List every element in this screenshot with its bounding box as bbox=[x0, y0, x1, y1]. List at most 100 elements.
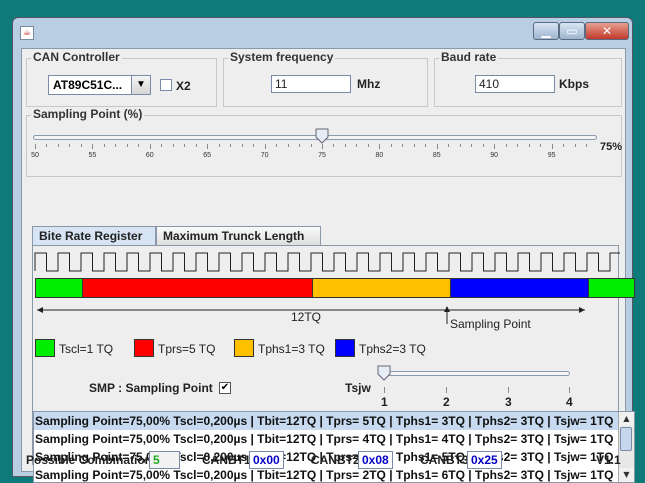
tab-bit-rate-register[interactable]: Bite Rate Register bbox=[32, 226, 156, 245]
segment-tprs bbox=[82, 279, 312, 297]
sampling-point-tick bbox=[379, 144, 381, 149]
sampling-point-marker-label: Sampling Point bbox=[450, 317, 531, 331]
sampling-point-tick bbox=[149, 144, 151, 149]
bit-timing-bar bbox=[35, 278, 635, 298]
sampling-point-minor-tick bbox=[471, 144, 473, 147]
sampling-point-tick bbox=[92, 144, 94, 149]
canbt1-value: 0x00 bbox=[249, 451, 284, 469]
sampling-point-minor-tick bbox=[80, 144, 82, 147]
sampling-point-minor-tick bbox=[390, 144, 392, 147]
tsjw-tick-label: 1 bbox=[381, 395, 388, 409]
sampling-point-slider-thumb[interactable] bbox=[315, 128, 329, 144]
can-controller-title: CAN Controller bbox=[31, 50, 122, 64]
title-bar[interactable]: ☕ ▁ ▭ ✕ bbox=[13, 18, 632, 44]
system-frequency-title: System frequency bbox=[228, 50, 336, 64]
sampling-point-tick bbox=[322, 144, 323, 149]
sampling-point-minor-tick bbox=[425, 144, 427, 147]
sampling-point-minor-tick bbox=[57, 144, 59, 147]
sampling-point-tick-label: 70 bbox=[260, 152, 269, 159]
combinations-list[interactable]: Sampling Point=75,00% Tscl=0,200µs | Tbi… bbox=[33, 411, 635, 483]
sampling-point-minor-tick bbox=[230, 144, 232, 147]
sampling-point-minor-tick bbox=[299, 144, 301, 147]
list-item[interactable]: Sampling Point=75,00% Tscl=0,200µs | Tbi… bbox=[34, 412, 622, 430]
sampling-point-minor-tick bbox=[586, 144, 588, 147]
segment-tphs1 bbox=[312, 279, 450, 297]
sampling-point-minor-tick bbox=[517, 144, 519, 147]
sampling-point-tick-label: 90 bbox=[490, 152, 499, 159]
sampling-point-tick bbox=[436, 144, 438, 149]
canbt3-value: 0x25 bbox=[467, 451, 502, 469]
sampling-point-minor-tick bbox=[505, 144, 507, 147]
segment-tscl bbox=[36, 279, 82, 297]
frequency-unit-label: Mhz bbox=[357, 77, 381, 91]
canbt1-label: CANBT1 bbox=[202, 453, 251, 467]
scrollbar-thumb[interactable] bbox=[620, 427, 632, 451]
baud-rate-unit-label: Kbps bbox=[559, 77, 589, 91]
possible-combination-label: Possible Combination bbox=[26, 453, 153, 467]
sampling-point-minor-tick bbox=[241, 144, 243, 147]
tsjw-slider-track[interactable] bbox=[382, 371, 570, 376]
x2-checkbox[interactable] bbox=[160, 79, 172, 91]
tsjw-tick bbox=[384, 387, 385, 393]
bit-rate-panel: 12TQ Sampling Point Tscl=1 TQ Tprs=5 TQ … bbox=[32, 245, 635, 483]
chevron-down-icon[interactable]: ▼ bbox=[131, 76, 150, 94]
sampling-point-tick bbox=[494, 144, 496, 149]
system-frequency-group: System frequency 11 Mhz bbox=[223, 50, 428, 107]
sampling-point-tick-label: 95 bbox=[547, 152, 556, 159]
scroll-up-icon[interactable]: ▲ bbox=[619, 412, 634, 426]
sampling-point-tick bbox=[35, 144, 36, 149]
bit-clock-waveform bbox=[34, 252, 620, 272]
tsjw-label: Tsjw bbox=[345, 381, 371, 395]
sampling-point-minor-tick bbox=[459, 144, 461, 147]
sampling-point-minor-tick bbox=[184, 144, 186, 147]
legend-swatch-tphs1 bbox=[234, 339, 254, 357]
minimize-button[interactable]: ▁ bbox=[533, 22, 559, 40]
can-controller-group: CAN Controller AT89C51C... ▼ X2 bbox=[26, 50, 217, 107]
sampling-point-minor-tick bbox=[333, 144, 335, 147]
tsjw-slider-thumb[interactable] bbox=[377, 365, 391, 381]
sampling-point-minor-tick bbox=[115, 144, 117, 147]
legend-label-tphs2: Tphs2=3 TQ bbox=[359, 342, 426, 356]
smp-label: SMP : Sampling Point bbox=[89, 381, 213, 395]
sampling-point-minor-tick bbox=[218, 144, 220, 147]
possible-combination-value: 5 bbox=[149, 451, 180, 469]
sampling-point-minor-tick bbox=[367, 144, 369, 147]
sampling-point-minor-tick bbox=[574, 144, 576, 147]
sampling-point-minor-tick bbox=[402, 144, 404, 147]
controller-select[interactable]: AT89C51C... ▼ bbox=[48, 75, 151, 95]
main-panel: CAN Controller AT89C51C... ▼ X2 System f… bbox=[21, 48, 635, 483]
sampling-point-title: Sampling Point (%) bbox=[31, 107, 145, 121]
maximize-button[interactable]: ▭ bbox=[559, 22, 585, 40]
legend-swatch-tprs bbox=[134, 339, 154, 357]
sampling-point-minor-tick bbox=[448, 144, 450, 147]
tsjw-tick bbox=[446, 387, 447, 393]
list-item[interactable]: Sampling Point=75,00% Tscl=0,200µs | Tbi… bbox=[34, 430, 622, 448]
sampling-point-minor-tick bbox=[356, 144, 358, 147]
tab-maximum-trunck-length[interactable]: Maximum Trunck Length bbox=[156, 226, 321, 245]
frequency-input[interactable]: 11 bbox=[271, 75, 351, 93]
controller-selected-value: AT89C51C... bbox=[53, 78, 123, 92]
sampling-point-minor-tick bbox=[138, 144, 140, 147]
sampling-point-minor-tick bbox=[126, 144, 128, 147]
legend-swatch-tphs2 bbox=[335, 339, 355, 357]
vertical-scrollbar[interactable]: ▲ ▼ bbox=[618, 412, 634, 482]
sampling-point-value: 75% bbox=[600, 141, 623, 153]
sampling-point-tick-label: 85 bbox=[432, 152, 441, 159]
java-app-icon: ☕ bbox=[20, 26, 34, 40]
tsjw-tick bbox=[508, 387, 509, 393]
tsjw-tick-label: 3 bbox=[505, 395, 512, 409]
sampling-point-minor-tick bbox=[344, 144, 346, 147]
sampling-point-minor-tick bbox=[310, 144, 312, 147]
sampling-point-tick bbox=[551, 144, 553, 149]
tsjw-tick-label: 2 bbox=[443, 395, 450, 409]
close-button[interactable]: ✕ bbox=[585, 22, 629, 40]
legend-label-tprs: Tprs=5 TQ bbox=[158, 342, 216, 356]
sampling-point-tick-label: 80 bbox=[375, 152, 384, 159]
sampling-point-minor-tick bbox=[172, 144, 174, 147]
baud-rate-input[interactable]: 410 bbox=[475, 75, 555, 93]
list-item[interactable]: Sampling Point=75,00% Tscl=0,200µs | Tbi… bbox=[34, 466, 622, 482]
sampling-point-tick-label: 60 bbox=[145, 152, 154, 159]
smp-checkbox[interactable]: ✔ bbox=[219, 382, 231, 394]
canbt2-label: CANBT2 bbox=[311, 453, 360, 467]
sampling-point-minor-tick bbox=[276, 144, 278, 147]
